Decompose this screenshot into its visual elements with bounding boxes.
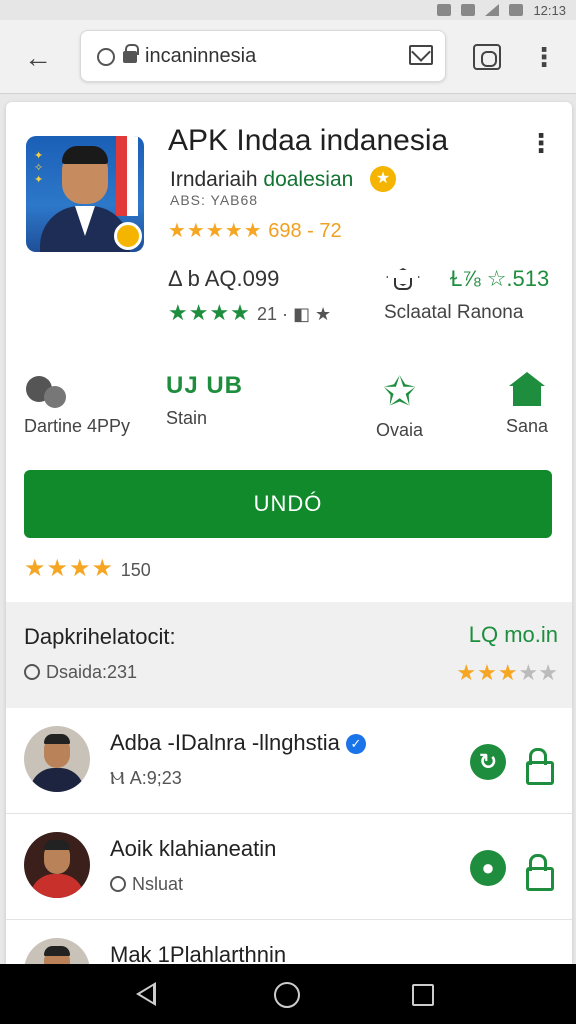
stat-rating-stars: ★★★★	[168, 300, 251, 325]
list-item[interactable]: Mak 1Plahlarthnin	[6, 920, 572, 964]
info-title: Dapkrihelatocit:	[24, 624, 176, 649]
system-nav-bar	[0, 964, 576, 1024]
back-arrow-icon[interactable]: ←	[22, 42, 54, 74]
star-outline-icon: ✩	[382, 370, 417, 414]
info-section[interactable]: Dapkrihelatocit: Dsaida:231 LQ mo.in ★★★…	[6, 602, 572, 708]
action-details[interactable]: Dartine 4PPy	[24, 372, 130, 437]
app-subline: ABS: YAB68	[170, 192, 259, 208]
avatar	[24, 726, 90, 792]
unlock-icon[interactable]	[526, 854, 554, 891]
rating-text: 698 - 72	[268, 220, 342, 242]
developer-name[interactable]: Irndariaih doalesian	[170, 168, 353, 192]
info-right-label[interactable]: LQ mo.in	[469, 622, 558, 648]
action-ovaia-label: Ovaia	[376, 420, 424, 440]
action-sana-label: Sana	[506, 416, 549, 436]
browser-menu-icon[interactable]: ⋮	[530, 42, 558, 74]
info-stars-filled: ★★★	[456, 660, 519, 685]
action-stain-label: Stain	[166, 408, 208, 428]
status-bar: 12:13	[0, 0, 576, 20]
list-item-name: Aoik klahianeatin	[110, 836, 277, 861]
bottom-rating: ★★★★ 150	[24, 554, 151, 583]
action-stain-top: UJ UB	[166, 372, 244, 399]
list-item-sub: Ⲙ A:9;23	[110, 768, 182, 788]
url-text[interactable]: incaninnesia	[145, 45, 256, 68]
bottom-rating-stars: ★★★★	[24, 555, 115, 582]
app-title: APK Indaa indanesia	[168, 124, 449, 157]
list-item-name: Mak 1Plahlarthnin	[110, 942, 287, 964]
tabs-icon[interactable]	[473, 44, 501, 70]
chat-icon[interactable]: ●	[470, 850, 506, 886]
avatar	[24, 938, 90, 964]
info-stars-empty: ★★	[518, 660, 558, 685]
stat-score-label: Sclaatal Ranona	[384, 302, 524, 323]
app-card: ✦ ✧ ✦ APK Indaa indanesia ⋮ Irndariaih doa…	[6, 102, 572, 964]
stat-score: Ɫ⅞ ☆.513	[450, 266, 550, 291]
verified-icon: ✓	[345, 734, 366, 754]
nav-back-icon[interactable]	[136, 982, 156, 1006]
avatar	[24, 832, 90, 898]
mail-icon[interactable]	[409, 45, 433, 65]
stat-downloads: Δ b AQ.099	[168, 266, 280, 291]
browser-toolbar: ← incaninnesia ⋮	[0, 20, 576, 94]
clock-icon	[24, 664, 40, 680]
info-stars: ★★★★★	[456, 660, 558, 686]
wifi-icon	[461, 4, 476, 16]
status-time: 12:13	[533, 2, 566, 18]
list-item[interactable]: Adba -IDalnra -llnghstia ✓ Ⲙ A:9;23 ↻	[6, 708, 572, 814]
stat-rating-extra: 21 · ◧ ★	[257, 304, 332, 324]
action-ovaia[interactable]: ✩ Ovaia	[376, 372, 423, 441]
developer-main: Irndariaih	[170, 168, 264, 191]
action-stain[interactable]: UJ UB Stain	[166, 372, 243, 429]
list-item[interactable]: Aoik klahianeatin Nsluat ●	[6, 814, 572, 920]
location-icon	[110, 876, 126, 892]
lock-icon	[123, 44, 139, 63]
install-button[interactable]: UNDÓ	[24, 470, 552, 538]
flag-graphic	[116, 136, 138, 216]
app-icon[interactable]: ✦ ✧ ✦	[26, 136, 144, 252]
home-icon	[509, 372, 546, 408]
rating-summary: ★★★★★ 698 - 72	[168, 218, 342, 243]
decor-graphic: ✦ ✧ ✦	[34, 150, 44, 186]
bluetooth-icon	[437, 4, 452, 16]
list-item-sub: Nsluat	[110, 874, 183, 895]
list-item-name: Adba -IDalnra -llnghstia ✓	[110, 730, 366, 756]
graduation-cap-icon	[386, 264, 416, 290]
info-subtitle-text: Dsaida:231	[46, 662, 138, 682]
developer-green: doalesian	[263, 168, 354, 191]
unlock-icon[interactable]	[526, 748, 554, 785]
nav-home-icon[interactable]	[274, 982, 300, 1008]
list-item-name-text: Adba -IDalnra -llnghstia	[110, 730, 340, 755]
sync-icon[interactable]: ↻	[470, 744, 506, 780]
action-sana[interactable]: Sana	[506, 372, 548, 437]
nav-recents-icon[interactable]	[412, 984, 434, 1006]
rating-stars: ★★★★★	[168, 220, 263, 242]
address-bar[interactable]: incaninnesia	[80, 30, 446, 82]
edit-badge-icon	[114, 222, 142, 250]
overflow-menu-icon[interactable]: ⋮	[528, 128, 554, 160]
info-icon[interactable]	[97, 48, 115, 66]
action-row: Dartine 4PPy UJ UB Stain ✩ Ovaia Sana	[6, 372, 572, 442]
developer-badge-icon: ★	[370, 166, 396, 192]
portrait-hair	[62, 146, 108, 164]
info-subtitle: Dsaida:231	[24, 662, 137, 683]
stat-rating: ★★★★ 21 · ◧ ★	[168, 300, 331, 326]
gears-icon	[24, 372, 70, 408]
list-item-sub-text: Nsluat	[132, 874, 184, 894]
action-details-label: Dartine 4PPy	[24, 416, 131, 436]
bottom-rating-count: 150	[120, 560, 151, 580]
battery-icon	[509, 4, 524, 16]
signal-icon	[485, 4, 500, 16]
